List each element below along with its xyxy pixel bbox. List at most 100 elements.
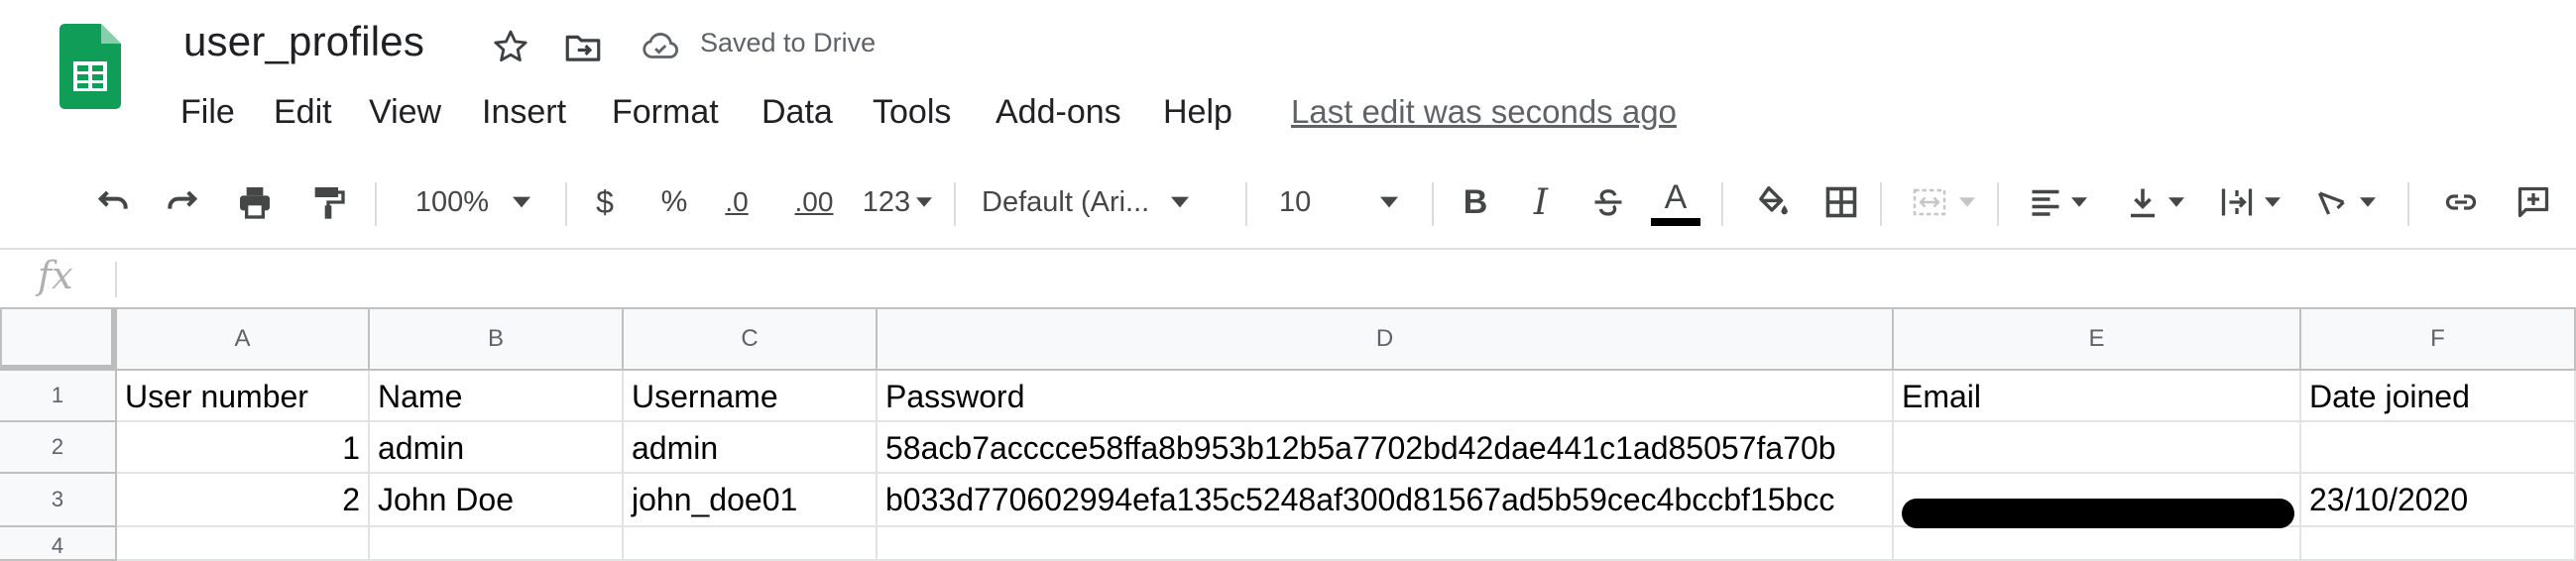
number-format-select[interactable]: 123 [853, 167, 942, 238]
cell-a2[interactable]: 1 [117, 422, 370, 474]
cell-d3[interactable]: b033d770602994efa135c5248af300d81567ad5b… [878, 474, 1894, 527]
toolbar-divider [954, 182, 956, 226]
decrease-decimal-button[interactable]: .0 [712, 167, 761, 238]
text-wrapping-icon[interactable] [2205, 167, 2292, 238]
dropdown-arrow-icon [2265, 197, 2281, 207]
row-header-1[interactable]: 1 [0, 371, 117, 422]
percent-format-button[interactable]: % [654, 167, 694, 238]
row-header-2[interactable]: 2 [0, 422, 117, 474]
toolbar: 100% $ % .0 .00 123 Default (Ari... 10 B… [0, 167, 2576, 238]
menu-view[interactable]: View [369, 87, 441, 137]
cell-a4[interactable] [117, 527, 370, 561]
dropdown-arrow-icon [513, 196, 531, 208]
dropdown-arrow-icon [1171, 196, 1190, 208]
fx-icon: fx [38, 254, 73, 297]
italic-button[interactable]: I [1517, 167, 1565, 238]
last-edit-link[interactable]: Last edit was seconds ago [1291, 87, 1677, 137]
cell-b4[interactable] [370, 527, 624, 561]
zoom-value: 100% [414, 185, 490, 218]
merge-cells-icon [1898, 167, 1987, 238]
cell-b2[interactable]: admin [370, 422, 624, 474]
dropdown-arrow-icon [1959, 197, 1975, 207]
menu-data[interactable]: Data [761, 87, 833, 137]
cell-b3[interactable]: John Doe [370, 474, 624, 527]
vertical-align-icon[interactable] [2112, 167, 2197, 238]
zoom-select[interactable]: 100% [389, 167, 557, 238]
column-header-d[interactable]: D [878, 307, 1894, 371]
cell-a1[interactable]: User number [117, 371, 370, 422]
select-all-corner[interactable] [0, 307, 117, 371]
toolbar-divider [375, 182, 377, 226]
row-header-4[interactable]: 4 [0, 527, 117, 561]
formula-input[interactable] [129, 256, 2548, 303]
toolbar-divider [1245, 182, 1247, 226]
formula-bar-divider [115, 262, 117, 297]
formula-bar: fx [0, 248, 2576, 307]
menu-bar: File Edit View Insert Format Data Tools … [0, 87, 1983, 137]
print-icon[interactable] [230, 167, 280, 238]
cell-d4[interactable] [878, 527, 1894, 561]
menu-help[interactable]: Help [1163, 87, 1232, 137]
column-header-f[interactable]: F [2301, 307, 2576, 371]
insert-comment-icon[interactable] [2509, 167, 2558, 238]
paint-format-icon[interactable] [303, 167, 353, 238]
column-header-a[interactable]: A [117, 307, 370, 371]
strikethrough-icon[interactable] [1584, 167, 1632, 238]
cell-f2[interactable] [2301, 422, 2576, 474]
cell-b1[interactable]: Name [370, 371, 624, 422]
toolbar-divider [1721, 182, 1723, 226]
text-color-button[interactable]: A [1648, 167, 1703, 238]
dropdown-arrow-icon [2071, 197, 2087, 207]
menu-tools[interactable]: Tools [873, 87, 951, 137]
font-family-select[interactable]: Default (Ari... [982, 167, 1239, 238]
toolbar-divider [2407, 182, 2409, 226]
cell-e1[interactable]: Email [1894, 371, 2301, 422]
column-header-c[interactable]: C [624, 307, 878, 371]
increase-decimal-button[interactable]: .00 [783, 167, 845, 238]
row-header-3[interactable]: 3 [0, 474, 117, 527]
cell-c2[interactable]: admin [624, 422, 878, 474]
cell-d1[interactable]: Password [878, 371, 1894, 422]
dropdown-arrow-icon [2168, 197, 2184, 207]
text-rotation-icon[interactable] [2300, 167, 2390, 238]
redo-icon[interactable] [157, 167, 206, 238]
dropdown-arrow-icon [2360, 197, 2376, 207]
toolbar-divider [1880, 182, 1882, 226]
cell-a3[interactable]: 2 [117, 474, 370, 527]
move-to-folder-icon[interactable] [562, 26, 604, 67]
cell-e2[interactable] [1894, 422, 2301, 474]
cell-f1[interactable]: Date joined [2301, 371, 2576, 422]
text-color-swatch [1651, 218, 1700, 226]
menu-edit[interactable]: Edit [274, 87, 332, 137]
save-status: Saved to Drive [700, 28, 877, 57]
insert-link-icon[interactable] [2433, 167, 2489, 238]
horizontal-align-icon[interactable] [2015, 167, 2100, 238]
column-header-b[interactable]: B [370, 307, 624, 371]
currency-format-button[interactable]: $ [585, 167, 625, 238]
redaction-bar [1902, 499, 2294, 528]
cell-e4[interactable] [1894, 527, 2301, 561]
menu-add-ons[interactable]: Add-ons [995, 87, 1121, 137]
menu-file[interactable]: File [180, 87, 235, 137]
cell-f3[interactable]: 23/10/2020 [2301, 474, 2576, 527]
document-title[interactable]: user_profiles [183, 18, 424, 65]
toolbar-divider [1432, 182, 1434, 226]
star-icon[interactable] [490, 26, 531, 67]
menu-format[interactable]: Format [612, 87, 719, 137]
column-header-e[interactable]: E [1894, 307, 2301, 371]
cell-c4[interactable] [624, 527, 878, 561]
bold-button[interactable]: B [1452, 167, 1499, 238]
cell-d2[interactable]: 58acb7acccce58ffa8b953b12b5a7702bd42dae4… [878, 422, 1894, 474]
font-size-select[interactable]: 10 [1279, 167, 1428, 238]
borders-icon[interactable] [1816, 167, 1866, 238]
cloud-saved-icon [640, 26, 681, 67]
cell-c1[interactable]: Username [624, 371, 878, 422]
toolbar-divider [565, 182, 567, 226]
cell-c3[interactable]: john_doe01 [624, 474, 878, 527]
undo-icon[interactable] [89, 167, 139, 238]
menu-insert[interactable]: Insert [482, 87, 566, 137]
cell-f4[interactable] [2301, 527, 2576, 561]
fill-color-icon[interactable] [1747, 167, 1797, 238]
toolbar-divider [1997, 182, 1999, 226]
spreadsheet-grid: A B C D E F 1 2 3 4 User number Name Use… [0, 307, 2576, 561]
